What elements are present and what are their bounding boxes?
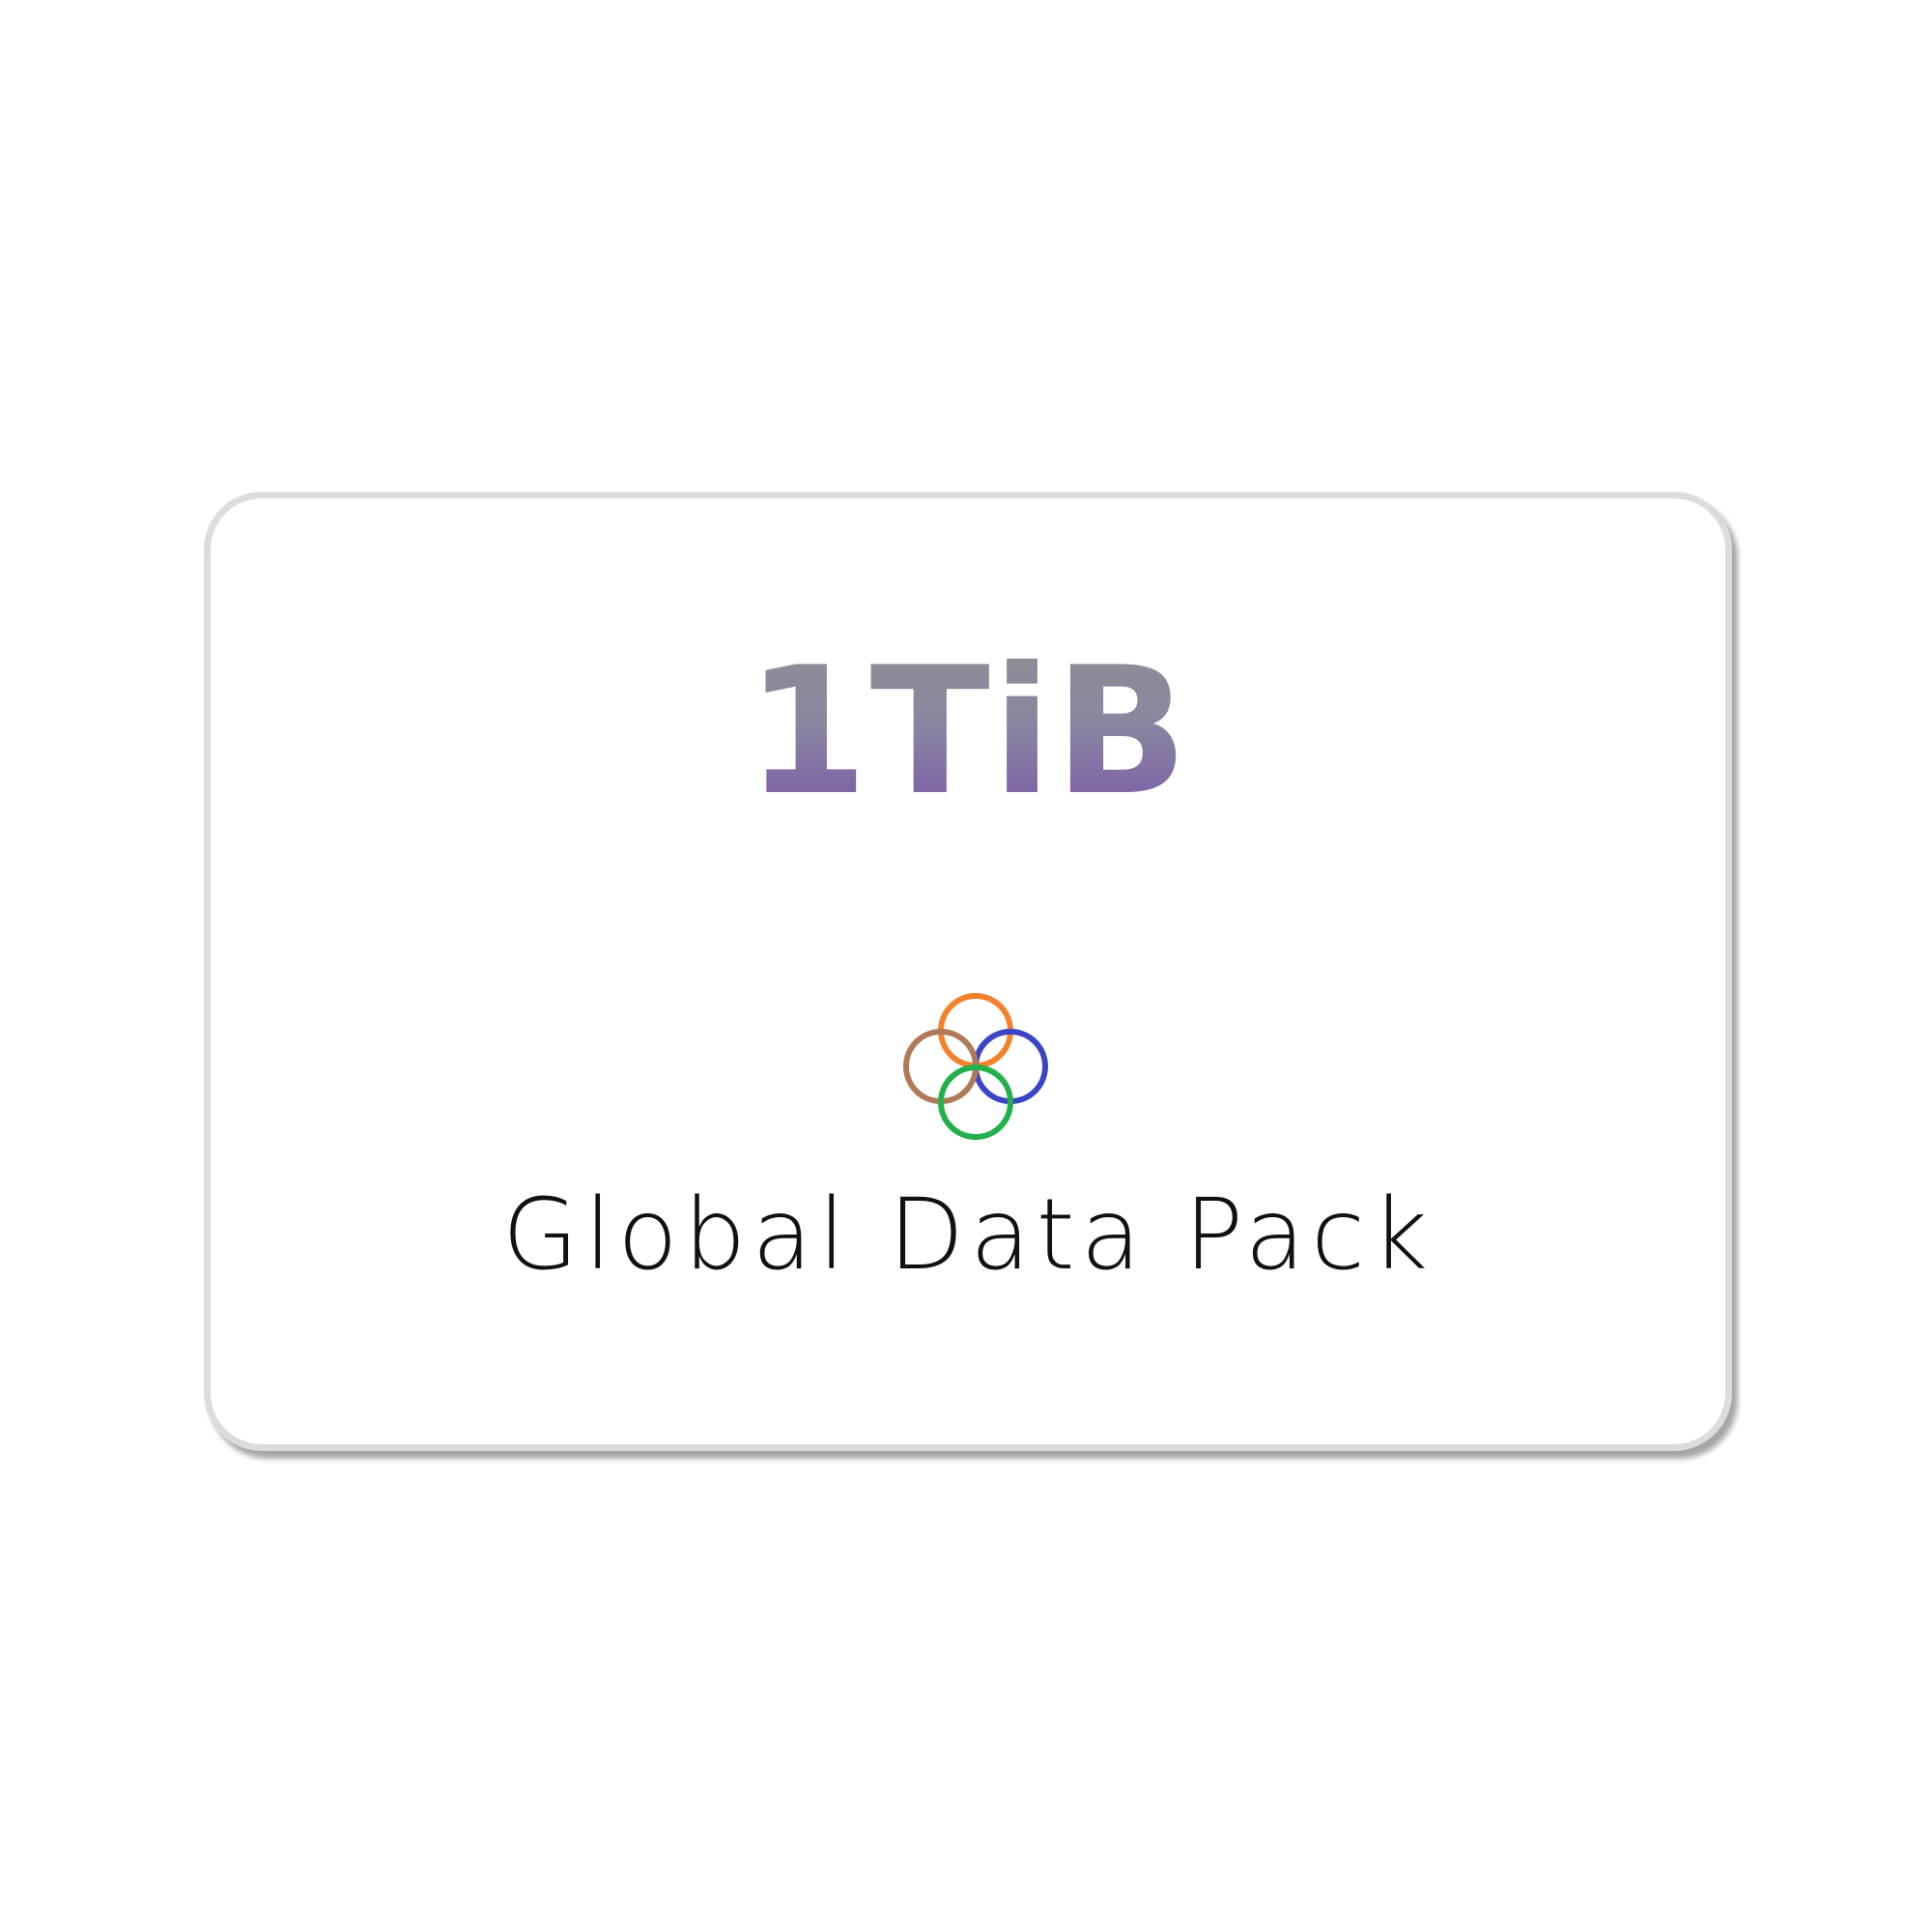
product-name: Global Data Pack — [501, 1178, 1435, 1293]
data-pack-card: 1TiB Global Data Pack — [204, 492, 1732, 1451]
rings-logo-icon — [903, 993, 1048, 1140]
data-amount: 1TiB — [211, 643, 1725, 819]
